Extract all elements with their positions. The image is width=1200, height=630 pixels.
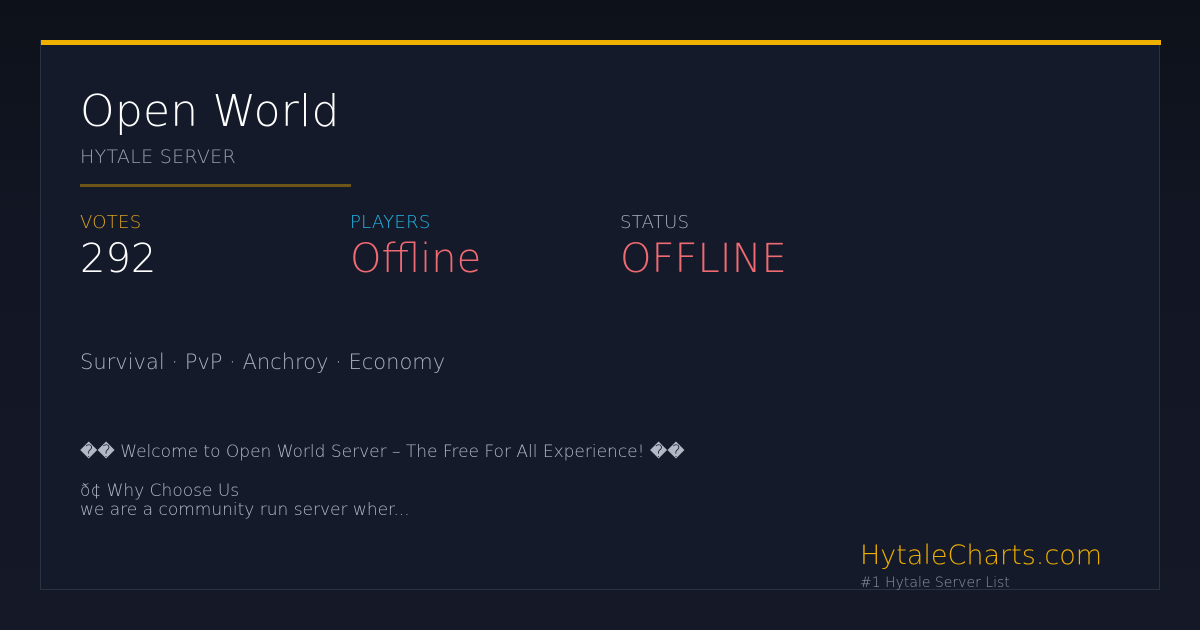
status-stat: STATUS OFFLINE [620, 212, 787, 282]
description-line-heading: ð¢ Why Choose Us [80, 481, 240, 501]
server-description: �� Welcome to Open World Server – The Fr… [80, 443, 720, 520]
brand-name: HytaleCharts.com [860, 540, 1103, 571]
players-stat: PLAYERS Offline [350, 212, 481, 282]
description-spacer [80, 462, 720, 482]
votes-label: VOTES [80, 212, 142, 233]
server-tags: Survival · PvP · Anchroy · Economy [80, 350, 446, 374]
status-value: OFFLINE [620, 236, 787, 282]
server-title: Open World [80, 86, 340, 137]
status-label: STATUS [620, 212, 690, 233]
description-line-summary: we are a community run server wher... [80, 500, 410, 520]
server-category: HYTALE SERVER [80, 146, 236, 168]
votes-stat: VOTES 292 [80, 212, 156, 282]
brand-tagline: #1 Hytale Server List [860, 575, 1010, 591]
players-label: PLAYERS [350, 212, 431, 233]
votes-count: 292 [80, 236, 157, 282]
top-accent-bar [41, 40, 1161, 45]
title-divider [80, 184, 351, 187]
site-branding: HytaleCharts.com #1 Hytale Server List [860, 540, 1102, 592]
server-card: Open World HYTALE SERVER VOTES 292 PLAYE… [40, 40, 1161, 592]
description-line-welcome: �� Welcome to Open World Server – The Fr… [80, 442, 685, 462]
players-value: Offline [350, 236, 482, 282]
